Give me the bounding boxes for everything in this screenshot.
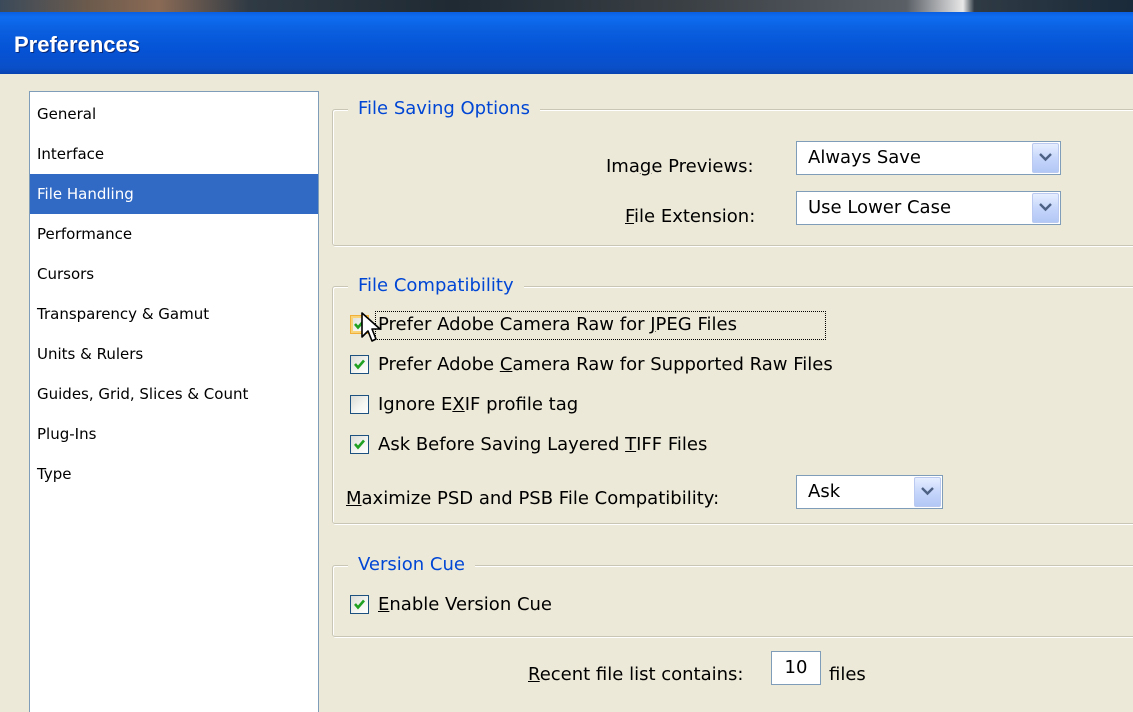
category-units-rulers[interactable]: Units & Rulers [30,334,318,374]
prefer-acr-raw-checkbox[interactable] [350,355,369,374]
ignore-exif-label[interactable]: Ignore EXIF profile tag [378,393,578,417]
image-previews-select[interactable]: Always Save [796,141,1061,175]
category-guides-grid-slices[interactable]: Guides, Grid, Slices & Count [30,374,318,414]
chevron-down-icon[interactable] [1032,193,1059,223]
enable-version-cue-checkbox[interactable] [350,595,369,614]
prefer-acr-jpeg-label[interactable]: Prefer Adobe Camera Raw for JPEG Files [378,313,737,337]
ask-layered-tiff-checkbox[interactable] [350,435,369,454]
file-extension-value: Use Lower Case [808,197,952,218]
ignore-exif-checkbox[interactable] [350,395,369,414]
recent-files-input[interactable]: 10 [771,651,821,685]
background-photo-strip [0,0,1133,12]
prefer-acr-raw-label[interactable]: Prefer Adobe Camera Raw for Supported Ra… [378,353,833,377]
recent-files-label: Recent file list contains: [528,664,744,685]
chevron-down-icon[interactable] [1032,143,1059,173]
image-previews-label: Image Previews: [606,156,754,177]
category-list[interactable]: General Interface File Handling Performa… [29,91,319,712]
enable-version-cue-label[interactable]: Enable Version Cue [378,593,552,617]
maximize-compat-label: Maximize PSD and PSB File Compatibility: [346,488,720,509]
maximize-compat-value: Ask [808,481,841,502]
category-interface[interactable]: Interface [30,134,318,174]
category-plug-ins[interactable]: Plug-Ins [30,414,318,454]
category-type[interactable]: Type [30,454,318,494]
file-compat-legend: File Compatibility [348,274,524,298]
category-general[interactable]: General [30,94,318,134]
image-previews-value: Always Save [808,147,922,168]
title-bar[interactable]: Preferences [0,12,1133,74]
recent-files-value: 10 [784,657,808,678]
category-performance[interactable]: Performance [30,214,318,254]
window-title: Preferences [14,32,140,57]
version-cue-legend: Version Cue [348,553,475,577]
chevron-down-icon[interactable] [914,477,941,507]
file-extension-label: File Extension: [625,206,756,227]
file-saving-legend: File Saving Options [348,97,540,121]
maximize-compat-select[interactable]: Ask [796,475,943,509]
category-transparency-gamut[interactable]: Transparency & Gamut [30,294,318,334]
mouse-cursor-icon [361,312,381,342]
preferences-dialog: General Interface File Handling Performa… [0,74,1133,712]
category-file-handling[interactable]: File Handling [30,174,318,214]
ask-layered-tiff-label[interactable]: Ask Before Saving Layered TIFF Files [378,433,707,457]
file-extension-select[interactable]: Use Lower Case [796,191,1061,225]
category-cursors[interactable]: Cursors [30,254,318,294]
recent-files-suffix: files [829,664,866,685]
